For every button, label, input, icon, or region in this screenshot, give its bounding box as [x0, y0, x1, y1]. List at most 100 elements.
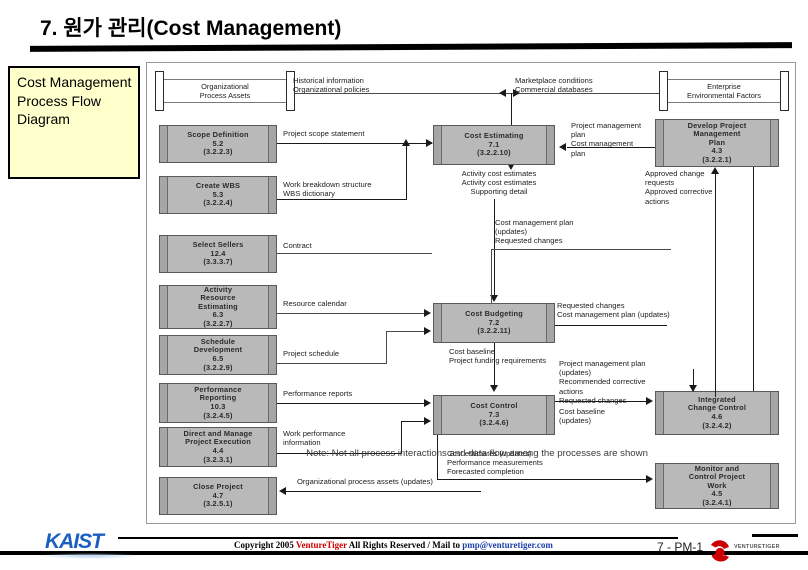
- arrow-into-cost-budgeting-left-1: [424, 309, 431, 317]
- process-label: Cost Estimating 7.1 (3.2.2.10): [464, 131, 524, 158]
- label-flow-project-management-plan: Project management plan Cost management …: [571, 121, 642, 158]
- arrow-into-monitor-control: [646, 475, 653, 483]
- process-label: Develop Project Management Plan 4.3 (3.2…: [687, 120, 747, 164]
- arrow-into-develop-pm-plan: [711, 167, 719, 174]
- process-label: Cost Control 7.3 (3.2.4.6): [470, 401, 518, 428]
- process-cost-control: Cost Control 7.3 (3.2.4.6): [433, 395, 555, 435]
- arrow-right-junction-top: [513, 89, 520, 97]
- process-label: Create WBS 5.3 (3.2.2.4): [195, 181, 241, 208]
- line-project-schedule-top: [386, 331, 426, 332]
- process-develop-project-management-plan: Develop Project Management Plan 4.3 (3.2…: [655, 119, 779, 167]
- copyright-text: Copyright 2005 VentureTiger All Rights R…: [234, 540, 553, 550]
- venturetiger-logo-icon: [707, 538, 733, 564]
- line-cost-mgmt-plan-updates: [491, 249, 671, 250]
- process-cost-estimating: Cost Estimating 7.1 (3.2.2.10): [433, 125, 555, 165]
- arrow-into-cost-control-top: [490, 385, 498, 392]
- label-flow-resource-calendar: Resource calendar: [283, 299, 347, 308]
- process-close-project: Close Project 4.7 (3.2.5.1): [159, 477, 277, 515]
- label-flow-cost-baseline-updates: Cost baseline (updates): [559, 407, 606, 426]
- store-body: Organizational Process Assets: [164, 79, 286, 103]
- label-flow-organizational-process-assets-updates: Organizational process assets (updates): [297, 477, 433, 486]
- arrow-into-cost-control-left-1: [424, 399, 431, 407]
- arrow-into-cost-budgeting-left-2: [424, 327, 431, 335]
- kaist-logo: KAIST: [45, 530, 104, 553]
- process-monitor-and-control-project-work: Monitor and Control Project Work 4.5 (3.…: [655, 463, 779, 509]
- line-requested-changes-to-icc: [555, 401, 647, 402]
- label-flow-requested-changes-budget: Requested changes Cost management plan (…: [557, 301, 670, 320]
- line-requested-changes-budget: [555, 325, 667, 326]
- arrow-into-integrated-change-control: [646, 397, 653, 405]
- process-label: Cost Budgeting 7.2 (3.2.2.11): [465, 309, 523, 336]
- store-enterprise-environmental-factors: Enterprise Environmental Factors: [659, 71, 789, 111]
- label-flow-work-performance-information: Work performance information: [283, 429, 346, 448]
- label-flow-activity-cost-estimates: Activity cost estimates Activity cost es…: [461, 169, 537, 197]
- label-flow-project-scope-statement: Project scope statement: [283, 129, 365, 138]
- arrow-into-cost-estimating-right: [559, 143, 566, 151]
- page-number: 7 - PM-1: [657, 540, 704, 554]
- label-flow-marketplace-conditions: Marketplace conditions Commercial databa…: [515, 76, 593, 95]
- process-performance-reporting: Performance Reporting 10.3 (3.2.4.5): [159, 383, 277, 423]
- label-flow-cost-management-plan-updates: Cost management plan (updates) Requested…: [495, 218, 574, 246]
- title-divider: [30, 42, 792, 52]
- page-title: 7. 원가 관리(Cost Management): [40, 17, 342, 40]
- arrow-into-cost-estimating-left: [426, 139, 433, 147]
- process-label: Select Sellers 12.4 (3.3.3.7): [192, 240, 244, 267]
- process-label: Performance Reporting 10.3 (3.2.4.5): [194, 384, 242, 420]
- process-select-sellers: Select Sellers 12.4 (3.3.3.7): [159, 235, 277, 273]
- arrow-up-scope-junction: [402, 139, 410, 146]
- process-scope-definition: Scope Definition 5.2 (3.2.2.3): [159, 125, 277, 163]
- line-contract: [277, 253, 432, 254]
- label-flow-approved-change-requests: Approved change requests Approved correc…: [645, 169, 713, 206]
- process-label: Monitor and Control Project Work 4.5 (3.…: [688, 463, 746, 507]
- line-org-process-assets-updates: [285, 491, 481, 492]
- brand-name: VentureTiger: [295, 540, 348, 550]
- footer-divider-right: [752, 534, 798, 537]
- line-performance-reports: [277, 403, 425, 404]
- process-label: Activity Resource Estimating 6.3 (3.2.2.…: [198, 284, 238, 328]
- copyright-mid: All Rights Reserved / Mail to: [347, 540, 463, 550]
- footer-divider-upper: [118, 537, 678, 539]
- line-create-wbs-out: [277, 199, 407, 200]
- arrow-down-into-icc: [689, 385, 697, 392]
- process-label: Integrated Change Control 4.6 (3.2.4.2): [687, 394, 747, 430]
- line-cost-budgeting-down: [494, 343, 495, 389]
- label-flow-historical-information: Historical information Organizational po…: [293, 76, 370, 95]
- line-project-schedule-vert: [386, 331, 387, 363]
- bus-line-top-left: [295, 93, 511, 94]
- store-organizational-process-assets: Organizational Process Assets: [155, 71, 295, 111]
- store-body: Enterprise Environmental Factors: [668, 79, 780, 103]
- label-flow-contract: Contract: [283, 241, 312, 250]
- arrow-into-close-project: [279, 487, 286, 495]
- line-cost-mgmt-plan-updates-vert: [491, 249, 492, 303]
- store-label: Enterprise Environmental Factors: [687, 82, 761, 100]
- cost-management-flow-diagram: Organizational Process Assets Enterprise…: [146, 62, 796, 524]
- store-end-left: [155, 71, 164, 111]
- process-label: Scope Definition 5.2 (3.2.2.3): [187, 130, 249, 157]
- copyright-prefix: Copyright 2005: [234, 540, 296, 550]
- line-scope-definition-out: [277, 143, 407, 144]
- venturetiger-wordmark: VENTURETIGER: [734, 544, 780, 550]
- process-activity-resource-estimating: Activity Resource Estimating 6.3 (3.2.2.…: [159, 285, 277, 329]
- label-flow-performance-reports: Performance reports: [283, 389, 353, 398]
- process-cost-budgeting: Cost Budgeting 7.2 (3.2.2.11): [433, 303, 555, 343]
- arrow-left-junction-top: [499, 89, 506, 97]
- process-label: Schedule Development 6.5 (3.2.2.9): [193, 336, 243, 372]
- process-schedule-development: Schedule Development 6.5 (3.2.2.9): [159, 335, 277, 375]
- contact-email[interactable]: pmp@venturetiger.com: [462, 540, 553, 550]
- process-label: Close Project 4.7 (3.2.5.1): [193, 482, 243, 509]
- line-icc-up: [753, 167, 754, 391]
- slide: 7. 원가 관리(Cost Management) Cost Managemen…: [0, 0, 808, 570]
- process-direct-and-manage-project-execution: Direct and Manage Project Execution 4.4 …: [159, 427, 277, 467]
- bus-line-top-right: [511, 93, 659, 94]
- label-flow-project-schedule: Project schedule: [283, 349, 340, 358]
- line-pm-plan-to-cost-estimating: [567, 147, 655, 148]
- note-box: Cost Management Process Flow Diagram: [8, 66, 140, 179]
- line-project-schedule: [277, 363, 387, 364]
- store-label: Organizational Process Assets: [199, 82, 251, 100]
- process-label: Direct and Manage Project Execution 4.4 …: [183, 428, 253, 464]
- process-create-wbs: Create WBS 5.3 (3.2.2.4): [159, 176, 277, 214]
- line-resource-calendar: [277, 313, 425, 314]
- diagram-note: Note: Not all process interactions and d…: [306, 448, 648, 459]
- arrow-into-cost-control-left-2: [424, 417, 431, 425]
- store-end-right: [780, 71, 789, 111]
